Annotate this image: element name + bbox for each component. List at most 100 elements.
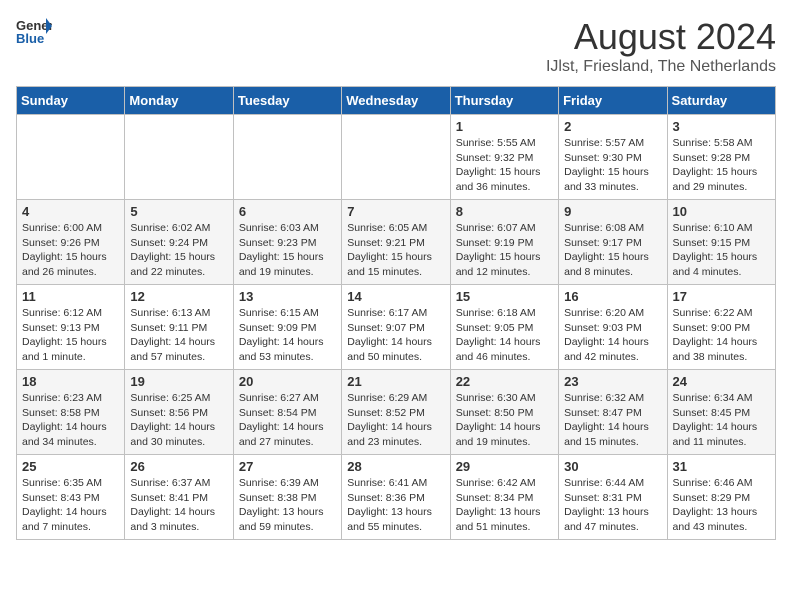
calendar-cell: 12Sunrise: 6:13 AMSunset: 9:11 PMDayligh… xyxy=(125,285,233,370)
calendar-cell: 28Sunrise: 6:41 AMSunset: 8:36 PMDayligh… xyxy=(342,455,450,540)
logo-icon: General Blue xyxy=(16,16,52,46)
day-number: 21 xyxy=(347,374,444,389)
svg-text:Blue: Blue xyxy=(16,31,44,46)
calendar-week-row: 18 Sunrise: 6:23 AMSunset: 8:58 PMDayligh… xyxy=(17,370,776,455)
day-number: 29 xyxy=(456,459,553,474)
day-info: Sunrise: 6:12 AMSunset: 9:13 PMDaylight:… xyxy=(22,306,119,365)
calendar-cell: 1 Sunrise: 5:55 AMSunset: 9:32 PMDaylight… xyxy=(450,115,558,200)
day-info: Sunrise: 6:23 AMSunset: 8:58 PMDaylight:… xyxy=(22,391,119,450)
calendar-cell xyxy=(17,115,125,200)
calendar-cell: 7 Sunrise: 6:05 AMSunset: 9:21 PMDaylight… xyxy=(342,200,450,285)
day-number: 15 xyxy=(456,289,553,304)
day-number: 18 xyxy=(22,374,119,389)
calendar-cell: 3 Sunrise: 5:58 AMSunset: 9:28 PMDaylight… xyxy=(667,115,775,200)
day-info: Sunrise: 6:20 AMSunset: 9:03 PMDaylight:… xyxy=(564,306,661,365)
day-number: 24 xyxy=(673,374,770,389)
day-info: Sunrise: 6:29 AMSunset: 8:52 PMDaylight:… xyxy=(347,391,444,450)
day-info: Sunrise: 6:46 AMSunset: 8:29 PMDaylight:… xyxy=(673,476,770,535)
calendar-cell: 20 Sunrise: 6:27 AMSunset: 8:54 PMDayligh… xyxy=(233,370,341,455)
calendar-cell: 5 Sunrise: 6:02 AMSunset: 9:24 PMDaylight… xyxy=(125,200,233,285)
title-area: August 2024 IJlst, Friesland, The Nether… xyxy=(546,16,776,76)
calendar-cell: 8 Sunrise: 6:07 AMSunset: 9:19 PMDaylight… xyxy=(450,200,558,285)
day-header: Wednesday xyxy=(342,87,450,115)
day-info: Sunrise: 5:55 AMSunset: 9:32 PMDaylight:… xyxy=(456,136,553,195)
day-info: Sunrise: 6:03 AMSunset: 9:23 PMDaylight:… xyxy=(239,221,336,280)
month-title: August 2024 xyxy=(546,16,776,58)
day-header: Sunday xyxy=(17,87,125,115)
header: General Blue August 2024 IJlst, Frieslan… xyxy=(16,16,776,76)
day-number: 25 xyxy=(22,459,119,474)
calendar-cell: 13 Sunrise: 6:15 AMSunset: 9:09 PMDayligh… xyxy=(233,285,341,370)
calendar-cell: 15 Sunrise: 6:18 AMSunset: 9:05 PMDayligh… xyxy=(450,285,558,370)
day-info: Sunrise: 6:18 AMSunset: 9:05 PMDaylight:… xyxy=(456,306,553,365)
day-number: 3 xyxy=(673,119,770,134)
calendar-cell: 9Sunrise: 6:08 AMSunset: 9:17 PMDaylight… xyxy=(559,200,667,285)
day-number: 5 xyxy=(130,204,227,219)
day-number: 17 xyxy=(673,289,770,304)
day-info: Sunrise: 6:42 AMSunset: 8:34 PMDaylight:… xyxy=(456,476,553,535)
calendar-cell: 25 Sunrise: 6:35 AMSunset: 8:43 PMDayligh… xyxy=(17,455,125,540)
day-header: Thursday xyxy=(450,87,558,115)
day-info: Sunrise: 6:41 AMSunset: 8:36 PMDaylight:… xyxy=(347,476,444,535)
day-number: 20 xyxy=(239,374,336,389)
day-number: 22 xyxy=(456,374,553,389)
day-number: 19 xyxy=(130,374,227,389)
calendar-cell: 14 Sunrise: 6:17 AMSunset: 9:07 PMDayligh… xyxy=(342,285,450,370)
calendar-cell: 24 Sunrise: 6:34 AMSunset: 8:45 PMDayligh… xyxy=(667,370,775,455)
day-info: Sunrise: 6:39 AMSunset: 8:38 PMDaylight:… xyxy=(239,476,336,535)
location-title: IJlst, Friesland, The Netherlands xyxy=(546,58,776,76)
day-info: Sunrise: 6:44 AMSunset: 8:31 PMDaylight:… xyxy=(564,476,661,535)
day-info: Sunrise: 6:27 AMSunset: 8:54 PMDaylight:… xyxy=(239,391,336,450)
calendar-cell: 17Sunrise: 6:22 AMSunset: 9:00 PMDayligh… xyxy=(667,285,775,370)
day-info: Sunrise: 6:25 AMSunset: 8:56 PMDaylight:… xyxy=(130,391,227,450)
day-info: Sunrise: 6:10 AMSunset: 9:15 PMDaylight:… xyxy=(673,221,770,280)
day-header: Tuesday xyxy=(233,87,341,115)
day-number: 1 xyxy=(456,119,553,134)
day-number: 2 xyxy=(564,119,661,134)
day-info: Sunrise: 6:34 AMSunset: 8:45 PMDaylight:… xyxy=(673,391,770,450)
day-number: 16 xyxy=(564,289,661,304)
day-header: Friday xyxy=(559,87,667,115)
calendar-cell: 6 Sunrise: 6:03 AMSunset: 9:23 PMDaylight… xyxy=(233,200,341,285)
day-info: Sunrise: 5:57 AMSunset: 9:30 PMDaylight:… xyxy=(564,136,661,195)
calendar-cell: 29 Sunrise: 6:42 AMSunset: 8:34 PMDayligh… xyxy=(450,455,558,540)
day-info: Sunrise: 6:37 AMSunset: 8:41 PMDaylight:… xyxy=(130,476,227,535)
day-info: Sunrise: 6:13 AMSunset: 9:11 PMDaylight:… xyxy=(130,306,227,365)
calendar-cell: 26 Sunrise: 6:37 AMSunset: 8:41 PMDayligh… xyxy=(125,455,233,540)
logo: General Blue xyxy=(16,16,52,46)
day-info: Sunrise: 6:17 AMSunset: 9:07 PMDaylight:… xyxy=(347,306,444,365)
day-info: Sunrise: 6:02 AMSunset: 9:24 PMDaylight:… xyxy=(130,221,227,280)
calendar-cell xyxy=(125,115,233,200)
calendar-table: SundayMondayTuesdayWednesdayThursdayFrid… xyxy=(16,86,776,540)
day-number: 23 xyxy=(564,374,661,389)
calendar-header-row: SundayMondayTuesdayWednesdayThursdayFrid… xyxy=(17,87,776,115)
day-number: 4 xyxy=(22,204,119,219)
day-info: Sunrise: 6:07 AMSunset: 9:19 PMDaylight:… xyxy=(456,221,553,280)
day-number: 11 xyxy=(22,289,119,304)
day-number: 6 xyxy=(239,204,336,219)
day-info: Sunrise: 6:05 AMSunset: 9:21 PMDaylight:… xyxy=(347,221,444,280)
day-number: 7 xyxy=(347,204,444,219)
calendar-cell: 18 Sunrise: 6:23 AMSunset: 8:58 PMDayligh… xyxy=(17,370,125,455)
day-info: Sunrise: 5:58 AMSunset: 9:28 PMDaylight:… xyxy=(673,136,770,195)
calendar-body: 1 Sunrise: 5:55 AMSunset: 9:32 PMDaylight… xyxy=(17,115,776,540)
day-number: 13 xyxy=(239,289,336,304)
day-number: 27 xyxy=(239,459,336,474)
calendar-week-row: 11 Sunrise: 6:12 AMSunset: 9:13 PMDayligh… xyxy=(17,285,776,370)
calendar-cell: 23Sunrise: 6:32 AMSunset: 8:47 PMDayligh… xyxy=(559,370,667,455)
calendar-cell: 2 Sunrise: 5:57 AMSunset: 9:30 PMDaylight… xyxy=(559,115,667,200)
day-number: 26 xyxy=(130,459,227,474)
day-number: 30 xyxy=(564,459,661,474)
day-number: 9 xyxy=(564,204,661,219)
calendar-week-row: 25 Sunrise: 6:35 AMSunset: 8:43 PMDayligh… xyxy=(17,455,776,540)
calendar-week-row: 4Sunrise: 6:00 AMSunset: 9:26 PMDaylight… xyxy=(17,200,776,285)
day-number: 8 xyxy=(456,204,553,219)
day-info: Sunrise: 6:15 AMSunset: 9:09 PMDaylight:… xyxy=(239,306,336,365)
calendar-cell xyxy=(233,115,341,200)
day-header: Monday xyxy=(125,87,233,115)
day-number: 14 xyxy=(347,289,444,304)
day-number: 10 xyxy=(673,204,770,219)
calendar-cell: 11 Sunrise: 6:12 AMSunset: 9:13 PMDayligh… xyxy=(17,285,125,370)
day-info: Sunrise: 6:35 AMSunset: 8:43 PMDaylight:… xyxy=(22,476,119,535)
calendar-cell: 21 Sunrise: 6:29 AMSunset: 8:52 PMDayligh… xyxy=(342,370,450,455)
